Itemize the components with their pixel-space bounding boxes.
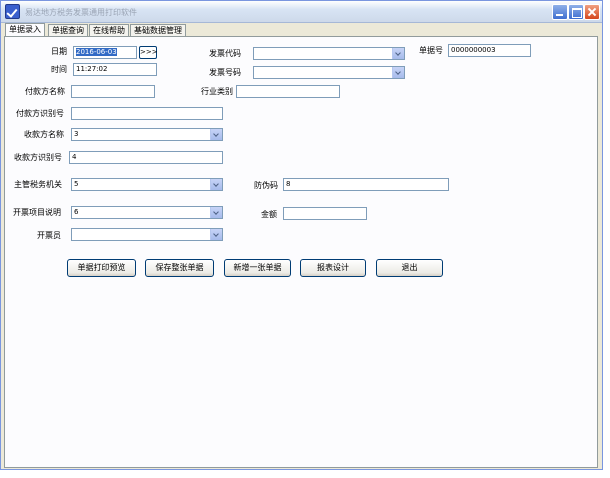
minimize-icon[interactable] (552, 4, 568, 20)
chevron-down-icon[interactable] (392, 67, 404, 78)
exit-button[interactable]: 退出 (376, 259, 443, 277)
chevron-down-icon[interactable] (210, 129, 222, 140)
date-field[interactable]: 2016-06-03 (73, 46, 137, 59)
tax-office-combo[interactable]: 5 (71, 178, 223, 191)
industry-field[interactable] (236, 85, 340, 98)
chevron-down-icon[interactable] (392, 48, 404, 59)
anti-fake-label: 防伪码 (254, 181, 278, 190)
invoice-code-label: 发票代码 (209, 49, 241, 58)
tax-office-label: 主管税务机关 (14, 180, 62, 189)
date-value: 2016-06-03 (76, 48, 117, 56)
chevron-down-icon[interactable] (210, 179, 222, 190)
item-desc-combo[interactable]: 6 (71, 206, 223, 219)
time-label: 时间 (51, 65, 67, 74)
issuer-combo[interactable] (71, 228, 223, 241)
date-picker-button[interactable]: >>> (139, 46, 158, 59)
date-label: 日期 (51, 47, 67, 56)
maximize-icon[interactable] (568, 4, 584, 20)
close-icon[interactable] (584, 4, 600, 20)
tax-office-value: 5 (74, 180, 79, 188)
payer-name-label: 付款方名称 (25, 87, 65, 96)
payee-name-combo[interactable]: 3 (71, 128, 223, 141)
print-preview-button[interactable]: 单据打印预览 (67, 259, 136, 277)
doc-number-field[interactable]: 0000000003 (448, 44, 531, 57)
payer-name-field[interactable] (71, 85, 155, 98)
amount-label: 金额 (261, 210, 277, 219)
window-title: 易达地方税务发票通用打印软件 (25, 8, 137, 17)
invoice-code-combo[interactable] (253, 47, 405, 60)
invoice-number-combo[interactable] (253, 66, 405, 79)
industry-label: 行业类别 (201, 87, 233, 96)
report-design-button[interactable]: 报表设计 (300, 259, 366, 277)
anti-fake-field[interactable]: 8 (283, 178, 449, 191)
app-window: 易达地方税务发票通用打印软件 单据录入 单据查询 在线帮助 基础数据管理 日期 … (0, 0, 603, 470)
item-desc-label: 开票项目说明 (13, 208, 61, 217)
payee-id-field[interactable]: 4 (69, 151, 223, 164)
invoice-number-label: 发票号码 (209, 68, 241, 77)
payer-id-field[interactable] (71, 107, 223, 120)
payee-name-value: 3 (74, 130, 79, 138)
tab-data-entry[interactable]: 单据录入 (5, 23, 45, 37)
chevron-down-icon[interactable] (210, 229, 222, 240)
chevron-down-icon[interactable] (210, 207, 222, 218)
app-icon (5, 4, 20, 19)
amount-field[interactable] (283, 207, 367, 220)
payer-id-label: 付款方识别号 (16, 109, 64, 118)
payee-name-label: 收款方名称 (24, 130, 64, 139)
time-field[interactable]: 11:27:02 (73, 63, 157, 76)
data-entry-panel: 日期 2016-06-03 >>> 发票代码 单据号 0000000003 时间… (4, 36, 598, 468)
new-document-button[interactable]: 新增一张单据 (224, 259, 291, 277)
title-bar[interactable]: 易达地方税务发票通用打印软件 (1, 1, 602, 23)
payee-id-label: 收款方识别号 (14, 153, 62, 162)
doc-number-label: 单据号 (419, 46, 443, 55)
item-desc-value: 6 (74, 208, 79, 216)
issuer-label: 开票员 (37, 231, 61, 240)
save-document-button[interactable]: 保存整张单据 (145, 259, 214, 277)
